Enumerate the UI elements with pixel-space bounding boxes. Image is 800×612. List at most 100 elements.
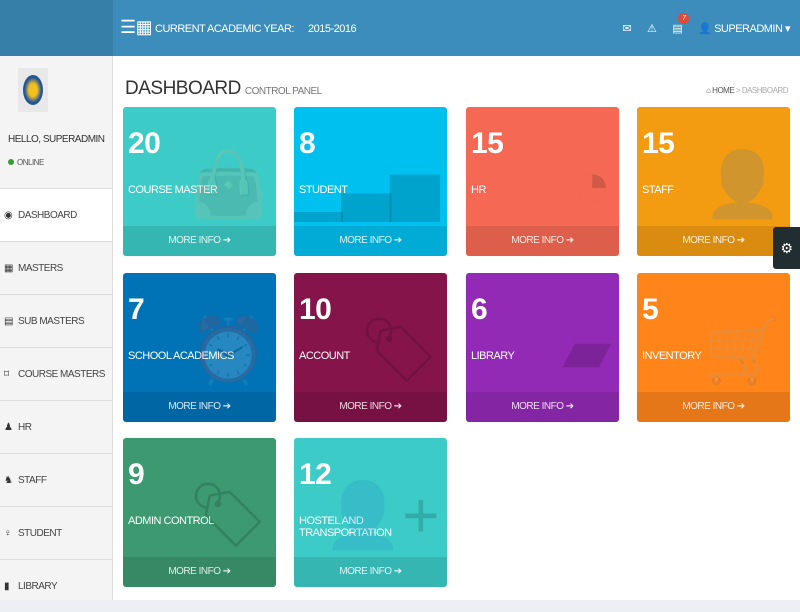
more-info-link[interactable]: MORE INFO ➔ bbox=[637, 226, 790, 256]
sidebar-item-hr[interactable]: ♟ HR bbox=[0, 400, 112, 453]
settings-gear-icon[interactable]: ⚙ bbox=[773, 227, 800, 269]
stat-box-staff: 15 STAFF 👤 MORE INFO ➔ bbox=[637, 107, 790, 256]
dashboard-icon: ◉ bbox=[4, 209, 13, 221]
sidebar-item-label: SUB MASTERS bbox=[18, 315, 85, 327]
page-title: DASHBOARD CONTROL PANEL bbox=[125, 78, 322, 99]
box-background-icon: ◔ bbox=[572, 148, 612, 220]
sidebar-item-label: LIBRARY bbox=[18, 580, 58, 592]
home-icon: ⌂ bbox=[706, 86, 711, 95]
stat-box-library: 6 LIBRARY ▰ MORE INFO ➔ bbox=[466, 273, 619, 422]
main-content: DASHBOARD CONTROL PANEL ⌂ HOME > DASHBOAR… bbox=[113, 56, 800, 600]
box-background-icon: 👤+ bbox=[322, 479, 440, 551]
arrow-circle-right-icon: ➔ bbox=[222, 235, 231, 246]
sidebar-item-label: MASTERS bbox=[18, 262, 63, 274]
more-info-link[interactable]: MORE INFO ➔ bbox=[637, 392, 790, 422]
users-icon: ♞ bbox=[4, 474, 13, 486]
arrow-circle-right-icon: ➔ bbox=[222, 566, 231, 577]
sidebar-item-masters[interactable]: ▦ MASTERS bbox=[0, 241, 112, 294]
box-background-icon: 👜 bbox=[188, 148, 269, 220]
sidebar-item-label: DASHBOARD bbox=[18, 209, 77, 221]
stat-label: ACCOUNT bbox=[299, 350, 350, 362]
arrow-circle-right-icon: ➔ bbox=[736, 401, 745, 412]
stat-value: 20 bbox=[128, 127, 161, 160]
warning-icon[interactable]: ⚠ bbox=[647, 22, 657, 35]
more-info-link[interactable]: MORE INFO ➔ bbox=[466, 226, 619, 256]
online-status: ONLINE bbox=[8, 158, 44, 167]
logo-area[interactable] bbox=[0, 0, 113, 56]
user-menu[interactable]: 👤 SUPERADMIN ▾ bbox=[698, 22, 790, 35]
stat-box-school-academics: 7 SCHOOL ACADEMICS ⏰ MORE INFO ➔ bbox=[123, 273, 276, 422]
breadcrumb-home[interactable]: HOME bbox=[712, 86, 735, 95]
mail-icon[interactable]: ✉ bbox=[622, 22, 631, 35]
breadcrumb-current: DASHBOARD bbox=[741, 86, 789, 95]
stat-value: 15 bbox=[471, 127, 504, 160]
box-background-icon: 👤 bbox=[702, 148, 783, 220]
sidebar-item-student[interactable]: ♀ STUDENT bbox=[0, 506, 112, 559]
bookmark-icon: ⌑ bbox=[4, 368, 9, 380]
stat-label: LIBRARY bbox=[471, 350, 515, 362]
arrow-circle-right-icon: ➔ bbox=[565, 235, 574, 246]
stat-value: 5 bbox=[642, 293, 659, 326]
stat-value: 6 bbox=[471, 293, 488, 326]
arrow-circle-right-icon: ➔ bbox=[393, 401, 402, 412]
more-info-link[interactable]: MORE INFO ➔ bbox=[123, 557, 276, 587]
more-info-link[interactable]: MORE INFO ➔ bbox=[123, 392, 276, 422]
arrow-circle-right-icon: ➔ bbox=[565, 401, 574, 412]
stat-label: INVENTORY bbox=[642, 350, 702, 362]
stat-label: HR bbox=[471, 184, 486, 196]
sidebar-item-course-masters[interactable]: ⌑ COURSE MASTERS bbox=[0, 347, 112, 400]
year-value: 2015-2016 bbox=[307, 23, 357, 35]
page-subtitle: CONTROL PANEL bbox=[244, 86, 322, 97]
avatar bbox=[18, 68, 48, 112]
male-icon: ♀ bbox=[4, 527, 12, 539]
sidebar-item-label: COURSE MASTERS bbox=[18, 368, 105, 380]
arrow-circle-right-icon: ➔ bbox=[393, 566, 402, 577]
grid-icon: ▦ bbox=[4, 262, 13, 274]
more-info-link[interactable]: MORE INFO ➔ bbox=[466, 392, 619, 422]
more-info-link[interactable]: MORE INFO ➔ bbox=[294, 557, 447, 587]
tasks-icon[interactable]: ▤ 7 bbox=[672, 12, 690, 35]
stat-box-student: 8 STUDENT ▁▃▅ MORE INFO ➔ bbox=[294, 107, 447, 256]
sidebar-item-label: HR bbox=[18, 421, 32, 433]
more-info-link[interactable]: MORE INFO ➔ bbox=[294, 226, 447, 256]
breadcrumb: ⌂ HOME > DASHBOARD bbox=[706, 86, 788, 95]
stat-label: STAFF bbox=[642, 184, 674, 196]
box-background-icon: 🏷 bbox=[187, 479, 268, 551]
menu-toggle-icon[interactable]: ☰▦ bbox=[120, 17, 153, 38]
arrow-circle-right-icon: ➔ bbox=[393, 235, 402, 246]
sidebar-item-sub-masters[interactable]: ▤ SUB MASTERS bbox=[0, 294, 112, 347]
stat-value: 7 bbox=[128, 293, 145, 326]
sidebar-item-label: STUDENT bbox=[18, 527, 62, 539]
stat-box-inventory: 5 INVENTORY 🛒 MORE INFO ➔ bbox=[637, 273, 790, 422]
box-background-icon: ▁▃▅ bbox=[294, 148, 440, 220]
sidebar-item-dashboard[interactable]: ◉ DASHBOARD bbox=[0, 188, 112, 241]
greeting: HELLO, SUPERADMIN bbox=[8, 134, 105, 145]
more-info-link[interactable]: MORE INFO ➔ bbox=[123, 226, 276, 256]
arrow-circle-right-icon: ➔ bbox=[736, 235, 745, 246]
stat-box-account: 10 ACCOUNT 🏷 MORE INFO ➔ bbox=[294, 273, 447, 422]
sidebar-item-staff[interactable]: ♞ STAFF bbox=[0, 453, 112, 506]
user-name: SUPERADMIN bbox=[714, 22, 783, 35]
notification-badge: 7 bbox=[678, 12, 690, 24]
stat-value: 15 bbox=[642, 127, 675, 160]
box-background-icon: 🏷 bbox=[358, 314, 439, 386]
user-icon: ♟ bbox=[4, 421, 13, 433]
stat-box-course-master: 20 COURSE MASTER 👜 MORE INFO ➔ bbox=[123, 107, 276, 256]
sidebar: HELLO, SUPERADMIN ONLINE ◉ DASHBOARD ▦ MAST… bbox=[0, 56, 113, 600]
stat-value: 10 bbox=[299, 293, 332, 326]
more-info-link[interactable]: MORE INFO ➔ bbox=[294, 392, 447, 422]
stat-box-admin-control: 9 ADMIN CONTROL 🏷 MORE INFO ➔ bbox=[123, 438, 276, 587]
sidebar-item-label: STAFF bbox=[18, 474, 47, 486]
arrow-circle-right-icon: ➔ bbox=[222, 401, 231, 412]
box-background-icon: ▰ bbox=[562, 314, 611, 386]
status-dot-icon bbox=[8, 159, 14, 165]
stat-box-hr: 15 HR ◔ MORE INFO ➔ bbox=[466, 107, 619, 256]
academic-year: CURRENT ACADEMIC YEAR: 2015-2016 bbox=[155, 23, 357, 35]
sidebar-item-library[interactable]: ▮ LIBRARY bbox=[0, 559, 112, 612]
book-icon: ▮ bbox=[4, 580, 10, 592]
box-background-icon: 🛒 bbox=[702, 314, 783, 386]
stat-box-hostel-and-transportation: 12 HOSTEL AND TRANSPORTATION 👤+ MORE INF… bbox=[294, 438, 447, 587]
table-icon: ▤ bbox=[4, 315, 13, 327]
box-background-icon: ⏰ bbox=[188, 314, 269, 386]
stat-value: 9 bbox=[128, 458, 145, 491]
